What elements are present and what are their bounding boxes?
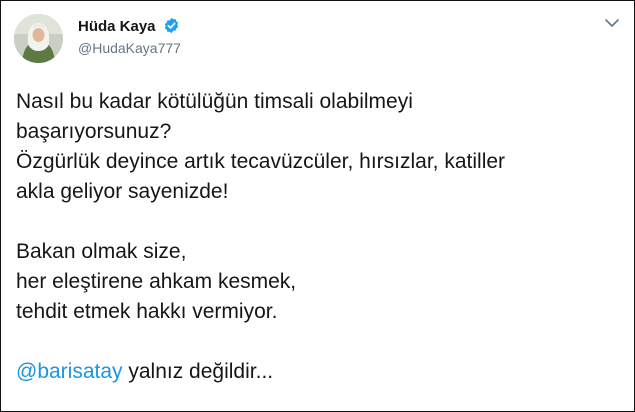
tweet-line: Nasıl bu kadar kötülüğün timsali olabilm… <box>16 90 413 113</box>
tweet-line: her eleştirene ahkam kesmek, <box>16 270 297 293</box>
tweet-card: Hüda Kaya @HudaKaya777 Nasıl bu kadar kö… <box>0 0 635 412</box>
tweet-closing-text: yalnız değildir... <box>122 360 274 383</box>
tweet-line: Özgürlük deyince artık tecavüzcüler, hır… <box>16 150 506 173</box>
avatar-image <box>14 14 63 63</box>
tweet-line: Bakan olmak size, <box>16 240 187 263</box>
chevron-down-icon[interactable] <box>604 17 620 29</box>
tweet-text: Nasıl bu kadar kötülüğün timsali olabilm… <box>16 87 626 387</box>
avatar[interactable] <box>14 14 63 63</box>
author-name[interactable]: Hüda Kaya <box>78 18 156 35</box>
mention-link[interactable]: @barisatay <box>16 360 123 383</box>
author-handle[interactable]: @HudaKaya777 <box>78 40 181 56</box>
tweet-line: başarıyorsunuz? <box>16 120 172 143</box>
verified-badge-icon <box>164 17 179 34</box>
tweet-line: tehdit etmek hakkı vermiyor. <box>16 300 278 323</box>
tweet-mention-line: @barisatay yalnız değildir... <box>16 357 626 387</box>
tweet-line: akla geliyor sayenizde! <box>16 180 229 203</box>
